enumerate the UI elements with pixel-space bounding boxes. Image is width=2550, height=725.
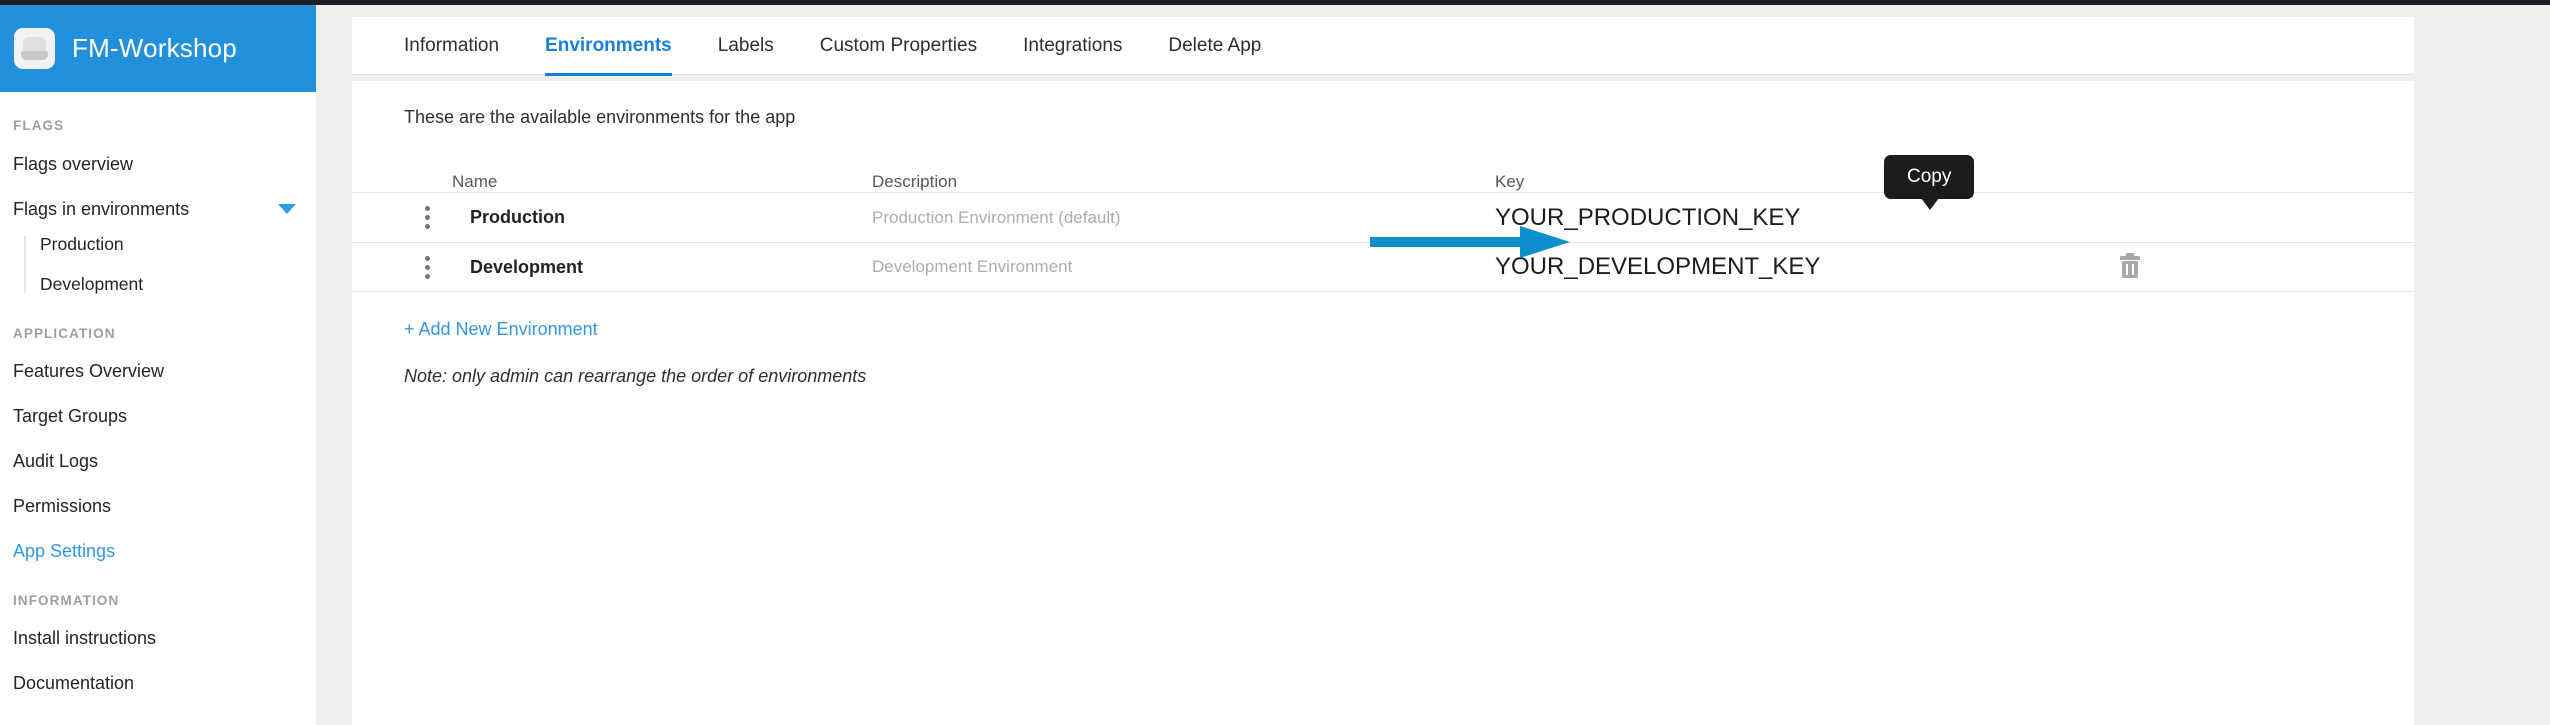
table-header-key: Key [1392, 172, 1952, 192]
copy-tooltip: Copy [1884, 155, 1974, 199]
sidebar-header: FM-Workshop [0, 5, 316, 92]
tab-bar: Information Environments Labels Custom P… [352, 17, 2414, 75]
row-actions [1952, 256, 2414, 278]
environment-name: Production [452, 207, 872, 228]
table-header-name: Name [452, 172, 872, 192]
trash-icon[interactable] [2120, 256, 2140, 278]
tab-delete-app[interactable]: Delete App [1168, 17, 1261, 75]
environment-key[interactable]: YOUR_PRODUCTION_KEY [1392, 204, 1952, 232]
sidebar-item-flags-in-environments[interactable]: Flags in environments [0, 200, 316, 218]
sidebar-section-information: INFORMATION [0, 593, 316, 608]
environment-key[interactable]: YOUR_DEVELOPMENT_KEY [1392, 253, 1952, 281]
sidebar-subgroup-environments: Production Development [24, 236, 316, 293]
environment-description: Development Environment [872, 257, 1392, 277]
app-title: FM-Workshop [72, 33, 237, 64]
sidebar-item-label: Flags in environments [0, 200, 189, 218]
tab-information[interactable]: Information [404, 17, 499, 75]
tab-custom-properties[interactable]: Custom Properties [820, 17, 977, 75]
sidebar: FM-Workshop FLAGS Flags overview Flags i… [0, 5, 316, 725]
tab-labels[interactable]: Labels [718, 17, 774, 75]
environments-table: Name Description Key Production Producti… [352, 162, 2414, 292]
environment-name: Development [452, 257, 872, 278]
add-new-environment-link[interactable]: + Add New Environment [352, 319, 598, 340]
app-root: FM-Workshop FLAGS Flags overview Flags i… [0, 0, 2550, 725]
main-content: Information Environments Labels Custom P… [316, 5, 2550, 725]
sidebar-section-application: APPLICATION [0, 326, 316, 341]
table-row[interactable]: Production Production Environment (defau… [352, 192, 2414, 242]
tab-environments[interactable]: Environments [545, 17, 672, 75]
table-header-description: Description [872, 172, 1392, 192]
sidebar-item-target-groups[interactable]: Target Groups [0, 407, 316, 425]
environment-description: Production Environment (default) [872, 208, 1392, 228]
sidebar-item-development[interactable]: Development [26, 276, 316, 294]
sidebar-item-audit-logs[interactable]: Audit Logs [0, 452, 316, 470]
table-header-row: Name Description Key [352, 162, 2414, 192]
sidebar-item-install-instructions[interactable]: Install instructions [0, 629, 316, 647]
sidebar-item-flags-overview[interactable]: Flags overview [0, 155, 316, 173]
sidebar-item-app-settings[interactable]: App Settings [0, 542, 316, 560]
tab-integrations[interactable]: Integrations [1023, 17, 1122, 75]
sidebar-item-permissions[interactable]: Permissions [0, 497, 316, 515]
environments-panel: These are the available environments for… [352, 81, 2414, 725]
sidebar-nav: FLAGS Flags overview Flags in environmen… [0, 92, 316, 692]
sidebar-section-flags: FLAGS [0, 118, 316, 133]
table-row[interactable]: Development Development Environment YOUR… [352, 242, 2414, 292]
sidebar-item-features-overview[interactable]: Features Overview [0, 362, 316, 380]
sidebar-item-production[interactable]: Production [26, 236, 316, 254]
chevron-down-icon[interactable] [278, 204, 296, 214]
sidebar-item-documentation[interactable]: Documentation [0, 674, 316, 692]
drag-handle-icon[interactable] [352, 206, 452, 229]
drag-handle-icon[interactable] [352, 256, 452, 279]
admin-note: Note: only admin can rearrange the order… [352, 366, 2414, 387]
panel-description: These are the available environments for… [352, 107, 2414, 128]
container-icon [14, 28, 55, 69]
